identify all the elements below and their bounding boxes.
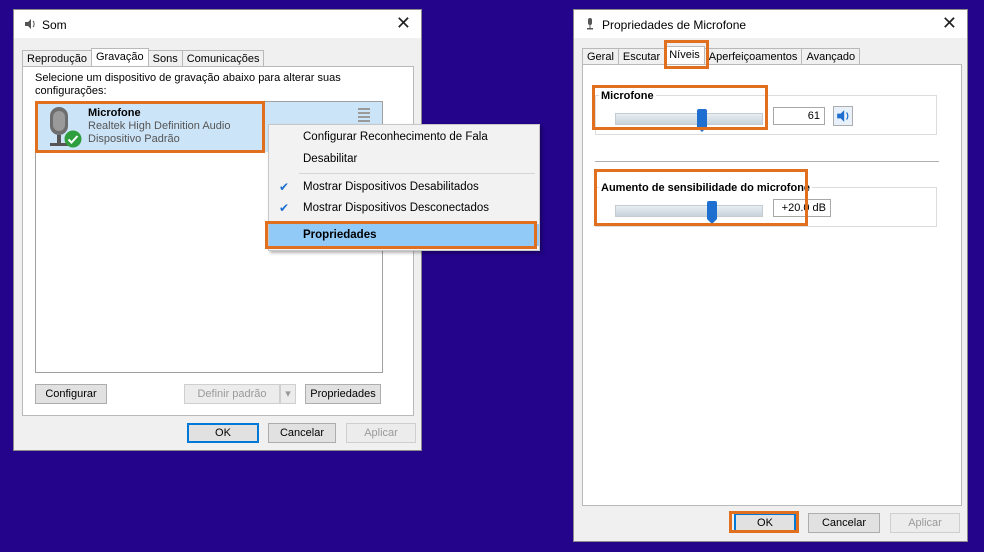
apply-button[interactable]: Aplicar bbox=[346, 423, 416, 443]
apply-button[interactable]: Aplicar bbox=[890, 513, 960, 533]
menu-item-label: Mostrar Dispositivos Desabilitados bbox=[303, 181, 479, 193]
device-status: Dispositivo Padrão bbox=[88, 133, 180, 145]
device-driver: Realtek High Definition Audio bbox=[88, 120, 231, 132]
check-icon: ✔ bbox=[279, 201, 290, 215]
set-default-button[interactable]: Definir padrão bbox=[184, 384, 280, 404]
boost-slider-thumb[interactable] bbox=[707, 201, 717, 224]
ok-button[interactable]: OK bbox=[187, 423, 259, 443]
mute-button[interactable] bbox=[833, 106, 853, 126]
speaker-icon bbox=[25, 19, 35, 29]
sound-title: Som bbox=[42, 18, 67, 32]
check-icon: ✔ bbox=[279, 180, 290, 194]
properties-button[interactable]: Propriedades bbox=[305, 384, 381, 404]
cancel-button[interactable]: Cancelar bbox=[808, 513, 880, 533]
microfone-label: Microfone bbox=[599, 90, 656, 102]
cancel-button[interactable]: Cancelar bbox=[268, 423, 336, 443]
tab-gravacao[interactable]: Gravação bbox=[90, 48, 149, 67]
menu-item-properties[interactable]: Propriedades bbox=[269, 224, 539, 246]
menu-item-label: Propriedades bbox=[303, 229, 377, 241]
configure-button[interactable]: Configurar bbox=[35, 384, 107, 404]
instruction-text: Selecione um dispositivo de gravação aba… bbox=[35, 72, 341, 97]
menu-separator bbox=[299, 173, 535, 174]
menu-item-label: Desabilitar bbox=[303, 153, 358, 165]
properties-title: Propriedades de Microfone bbox=[602, 18, 747, 32]
menu-item-label: Mostrar Dispositivos Desconectados bbox=[303, 202, 489, 214]
device-name: Microfone bbox=[88, 107, 141, 119]
set-default-dropdown[interactable]: ▾ bbox=[280, 384, 296, 404]
menu-separator bbox=[299, 221, 535, 222]
level-meter-icon bbox=[358, 108, 370, 122]
close-icon[interactable]: ✕ bbox=[942, 14, 957, 32]
properties-titlebar: Propriedades de Microfone ✕ bbox=[574, 10, 967, 38]
context-menu: Configurar Reconhecimento de Fala Desabi… bbox=[268, 124, 540, 251]
boost-slider-track bbox=[615, 205, 763, 217]
menu-item-disable[interactable]: Desabilitar bbox=[269, 148, 539, 170]
boost-level-field: +20.0 dB bbox=[773, 199, 831, 217]
boost-label: Aumento de sensibilidade do microfone bbox=[599, 182, 813, 194]
speaker-icon bbox=[837, 110, 849, 122]
levels-panel: Microfone 61 Aumento de sensibilidade do… bbox=[582, 64, 962, 506]
microfone-slider-track bbox=[615, 113, 763, 125]
menu-item-label: Configurar Reconhecimento de Fala bbox=[303, 131, 488, 143]
menu-item-show-disconnected[interactable]: ✔ Mostrar Dispositivos Desconectados bbox=[269, 197, 539, 219]
ok-button[interactable]: OK bbox=[734, 513, 796, 533]
tab-niveis[interactable]: Níveis bbox=[664, 46, 705, 65]
sound-titlebar: Som ✕ bbox=[14, 10, 421, 38]
close-icon[interactable]: ✕ bbox=[396, 14, 411, 32]
chevron-down-icon: ▾ bbox=[285, 388, 291, 400]
microphone-small-icon bbox=[587, 18, 593, 30]
microfone-slider-thumb[interactable] bbox=[697, 109, 707, 132]
default-check-icon bbox=[64, 130, 82, 148]
menu-item-speech[interactable]: Configurar Reconhecimento de Fala bbox=[269, 126, 539, 148]
group-separator bbox=[595, 161, 939, 162]
microfone-level-field[interactable]: 61 bbox=[773, 107, 825, 125]
menu-item-show-disabled[interactable]: ✔ Mostrar Dispositivos Desabilitados bbox=[269, 176, 539, 198]
properties-dialog: Propriedades de Microfone ✕ Geral Escuta… bbox=[573, 9, 968, 542]
